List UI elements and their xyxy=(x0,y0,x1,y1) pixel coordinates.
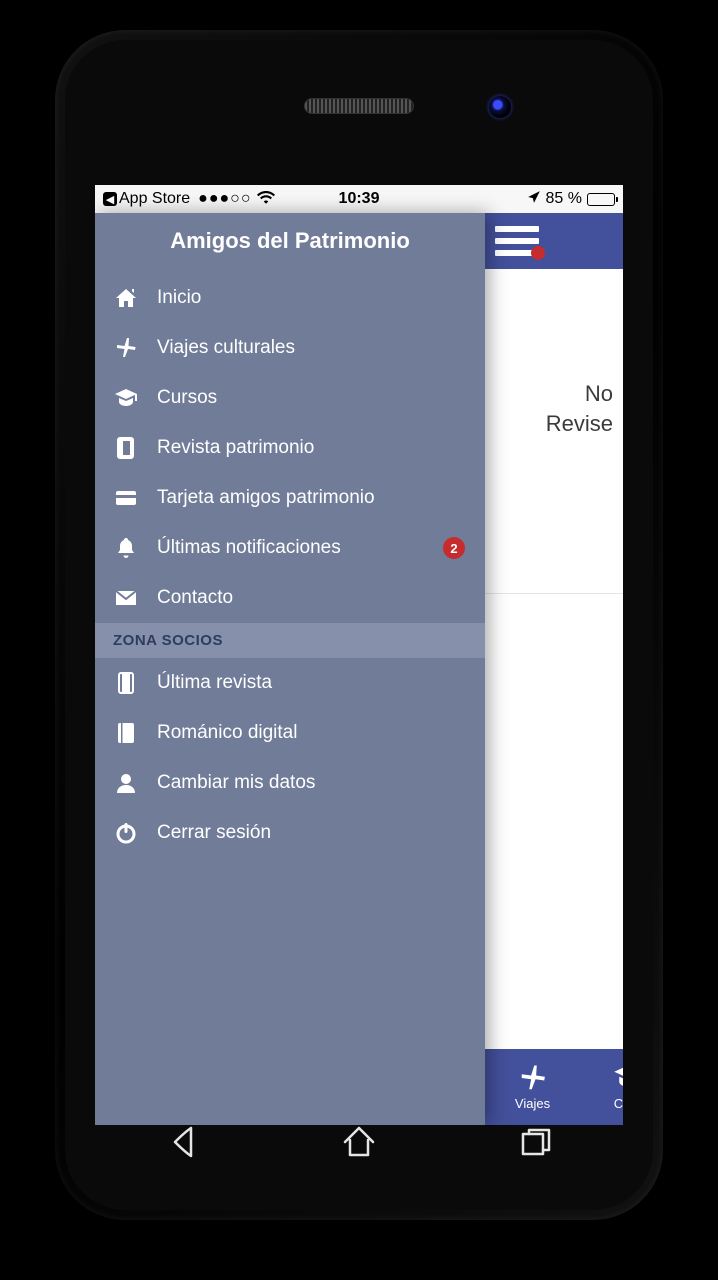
chevron-left-icon: ◀ xyxy=(103,192,117,206)
nav-ultima-revista[interactable]: Última revista xyxy=(95,658,485,708)
screen: ◀ App Store ●●●○○ 10:39 85 % xyxy=(95,185,623,1125)
wifi-icon xyxy=(257,190,275,209)
nav-label: Últimas notificaciones xyxy=(157,537,341,559)
front-camera xyxy=(489,96,511,118)
nav-label: Revista patrimonio xyxy=(157,437,314,459)
battery-pct: 85 % xyxy=(546,190,582,208)
nav-label: Cambiar mis datos xyxy=(157,772,315,794)
back-to-appstore[interactable]: ◀ App Store xyxy=(103,190,190,208)
home-icon xyxy=(113,286,139,310)
tab-label: Viajes xyxy=(515,1096,550,1111)
nav-inicio[interactable]: Inicio xyxy=(95,273,485,323)
nav-label: Última revista xyxy=(157,672,272,694)
android-back-button[interactable] xyxy=(163,1122,203,1167)
main-line1: No xyxy=(485,379,613,409)
drawer-title: Amigos del Patrimonio xyxy=(95,213,485,269)
nav-contacto[interactable]: Contacto xyxy=(95,573,485,623)
drawer-list: Inicio Viajes culturales Cursos Revista … xyxy=(95,269,485,858)
bell-icon xyxy=(113,536,139,560)
tab-cursos[interactable]: Curs xyxy=(580,1063,623,1111)
location-icon xyxy=(527,190,541,209)
main-line2: Revise xyxy=(485,409,613,439)
notification-dot xyxy=(531,246,545,260)
nav-label: Románico digital xyxy=(157,722,297,744)
back-label: App Store xyxy=(119,190,190,208)
device-inner: ◀ App Store ●●●○○ 10:39 85 % xyxy=(65,40,653,1210)
device-frame: ◀ App Store ●●●○○ 10:39 85 % xyxy=(55,30,663,1220)
card-icon xyxy=(113,486,139,510)
nav-label: Tarjeta amigos patrimonio xyxy=(157,487,375,509)
bookmark-icon xyxy=(113,671,139,695)
plane-icon xyxy=(113,336,139,360)
plane-icon xyxy=(516,1063,550,1093)
android-home-button[interactable] xyxy=(339,1122,379,1167)
nav-label: Viajes culturales xyxy=(157,337,295,359)
divider xyxy=(485,593,623,594)
nav-cerrar[interactable]: Cerrar sesión xyxy=(95,808,485,858)
tab-viajes[interactable]: Viajes xyxy=(485,1063,580,1111)
signal-icon: ●●●○○ xyxy=(198,190,251,208)
gradcap-icon xyxy=(113,386,139,410)
speaker-grille xyxy=(304,98,414,114)
book-filled-icon xyxy=(113,721,139,745)
nav-cursos[interactable]: Cursos xyxy=(95,373,485,423)
nav-romanico[interactable]: Románico digital xyxy=(95,708,485,758)
power-icon xyxy=(113,821,139,845)
gradcap-icon xyxy=(611,1063,624,1093)
nav-datos[interactable]: Cambiar mis datos xyxy=(95,758,485,808)
menu-button[interactable] xyxy=(495,226,539,256)
section-zona-socios: ZONA SOCIOS xyxy=(95,623,485,658)
nav-notificaciones[interactable]: Últimas notificaciones 2 xyxy=(95,523,485,573)
tab-label: Curs xyxy=(614,1096,623,1111)
nav-label: Inicio xyxy=(157,287,201,309)
android-recents-button[interactable] xyxy=(515,1122,555,1167)
bottom-tabs: Viajes Curs xyxy=(485,1049,623,1125)
nav-label: Cerrar sesión xyxy=(157,822,271,844)
battery-icon xyxy=(587,193,615,206)
nav-tarjeta[interactable]: Tarjeta amigos patrimonio xyxy=(95,473,485,523)
main-content: No Revise xyxy=(485,269,623,1049)
nav-viajes[interactable]: Viajes culturales xyxy=(95,323,485,373)
notification-badge: 2 xyxy=(443,537,465,559)
side-drawer: Amigos del Patrimonio Inicio Viajes cult… xyxy=(95,213,485,1125)
nav-revista[interactable]: Revista patrimonio xyxy=(95,423,485,473)
nav-label: Cursos xyxy=(157,387,217,409)
user-icon xyxy=(113,771,139,795)
book-icon xyxy=(113,436,139,460)
status-bar: ◀ App Store ●●●○○ 10:39 85 % xyxy=(95,185,623,213)
nav-label: Contacto xyxy=(157,587,233,609)
status-time: 10:39 xyxy=(339,190,380,208)
mail-icon xyxy=(113,586,139,610)
